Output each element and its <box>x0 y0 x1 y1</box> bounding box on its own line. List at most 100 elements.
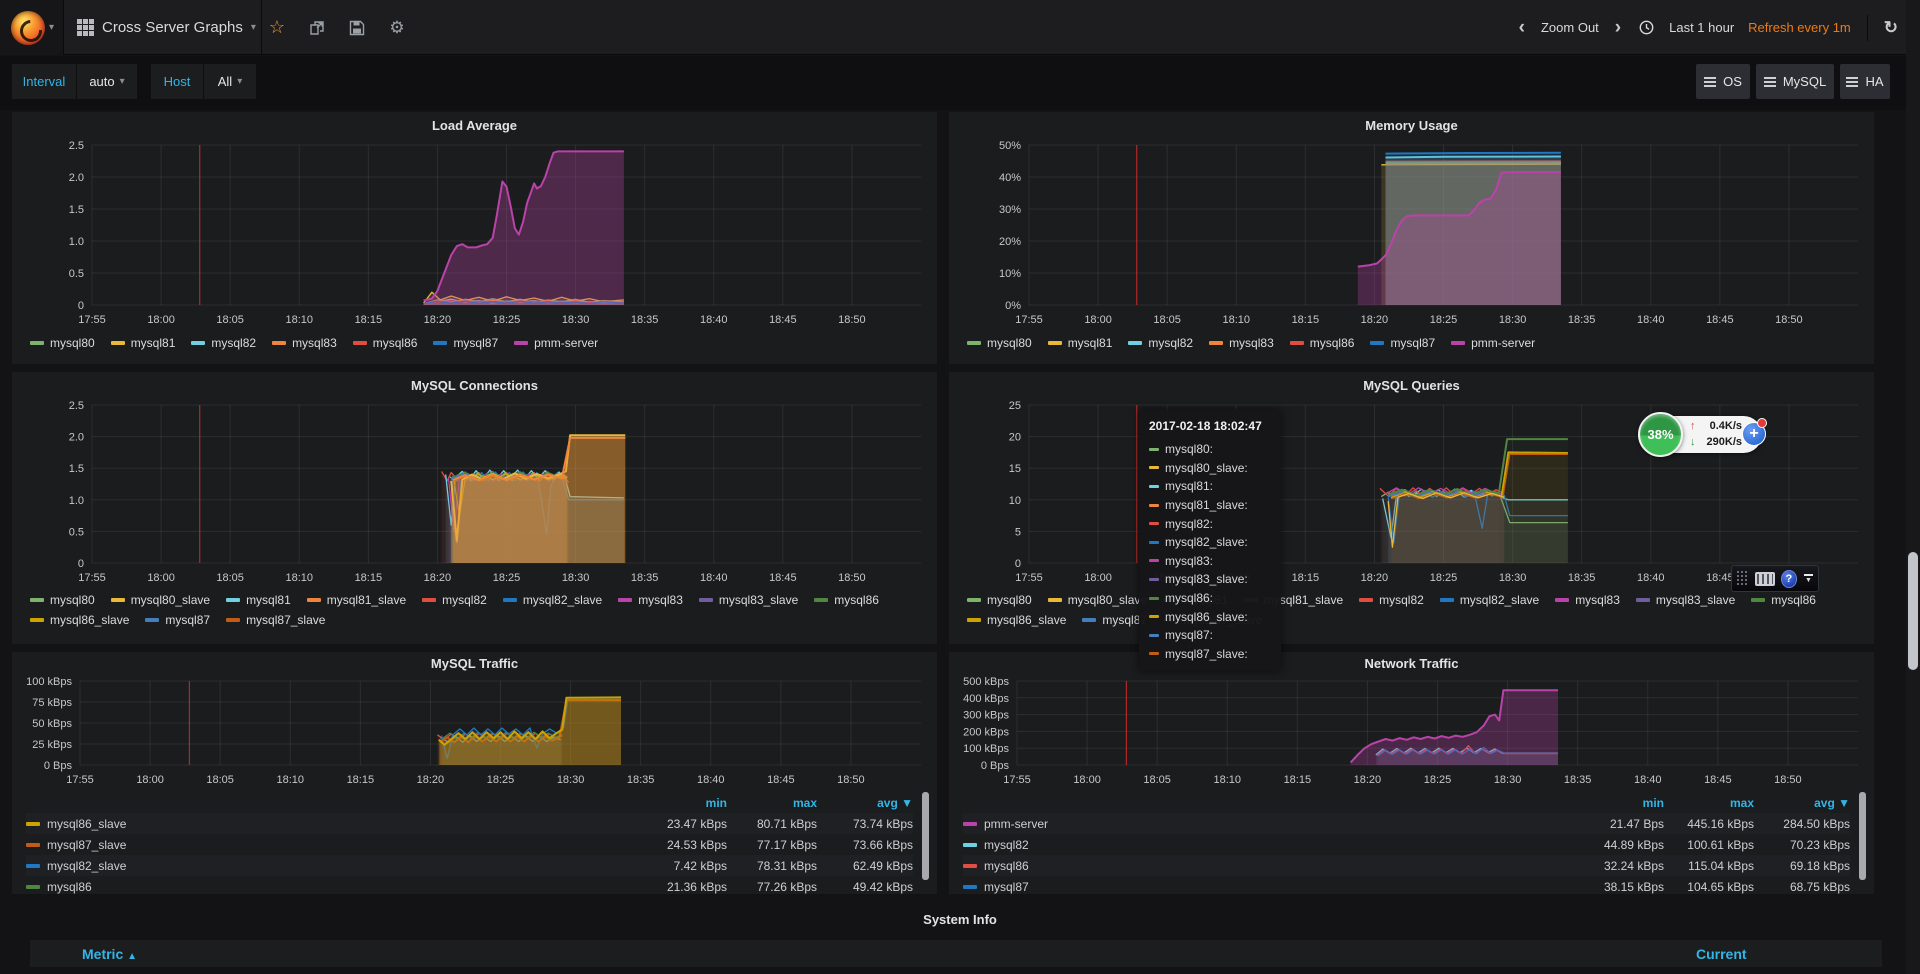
legend-item-mysql80[interactable]: mysql80 <box>30 593 95 607</box>
battery-percent-badge[interactable]: 38% <box>1638 412 1683 457</box>
legend-sort-min[interactable]: min <box>1574 796 1664 810</box>
current-column-header[interactable]: Current <box>1696 946 1747 962</box>
legend-item-pmm-server[interactable]: pmm-server <box>1451 336 1535 350</box>
legend-item-mysql82[interactable]: mysql82 <box>1359 593 1424 607</box>
chart-network-traffic[interactable]: 17:55 18:00 18:05 18:10 18:15 18:20 18:25 18:30… <box>959 676 1864 791</box>
legend-table-row-mysql86_slave[interactable]: mysql86_slave 23.47 kBps 80.71 kBps 73.74 k… <box>26 813 913 834</box>
panel-title[interactable]: MySQL Traffic <box>12 656 937 671</box>
legend-series-name[interactable]: mysql86 <box>26 880 637 894</box>
drag-handle-icon[interactable] <box>1737 570 1749 587</box>
legend-item-mysql81[interactable]: mysql81 <box>110 336 175 350</box>
legend-item-mysql80[interactable]: mysql80 <box>30 336 95 350</box>
legend-series-name[interactable]: pmm-server <box>963 817 1574 831</box>
panel-title[interactable]: MySQL Queries <box>949 378 1874 393</box>
legend-item-mysql86[interactable]: mysql86 <box>352 336 417 350</box>
legend-item-mysql86_slave[interactable]: mysql86_slave <box>30 613 129 627</box>
panel-title[interactable]: Load Average <box>12 118 937 133</box>
legend-series-name[interactable]: mysql87_slave <box>26 838 637 852</box>
refresh-icon[interactable]: ↻ <box>1884 18 1898 38</box>
legend-item-mysql86[interactable]: mysql86 <box>1289 336 1354 350</box>
network-speed-extension-overlay[interactable]: ↑ 0.4K/s ↓ 290K/s + 38% <box>1638 412 1768 458</box>
legend-table: min max avg ▼ mysql86_slave 23.47 kBps 80.71 … <box>26 792 913 894</box>
grafana-logo-menu[interactable]: ▾ <box>0 0 64 55</box>
legend-item-mysql80[interactable]: mysql80 <box>967 336 1032 350</box>
share-icon[interactable] <box>308 19 326 37</box>
mysql-dashboards-button[interactable]: MySQL <box>1756 64 1834 99</box>
panel-title[interactable]: MySQL Connections <box>12 378 937 393</box>
legend-item-mysql86_slave[interactable]: mysql86_slave <box>967 613 1066 627</box>
legend-table-row-mysql82_slave[interactable]: mysql82_slave 7.42 kBps 78.31 kBps 62.49 kB… <box>26 855 913 876</box>
legend-item-mysql81[interactable]: mysql81 <box>1047 336 1112 350</box>
page-scrollbar[interactable] <box>1906 0 1920 974</box>
legend-item-mysql83_slave[interactable]: mysql83_slave <box>1635 593 1735 607</box>
legend-item-pmm-server[interactable]: pmm-server <box>514 336 598 350</box>
legend-item-mysql86[interactable]: mysql86 <box>1751 593 1816 607</box>
legend-series-name[interactable]: mysql87 <box>963 880 1574 894</box>
metric-column-header[interactable]: Metric ▲ <box>82 946 137 962</box>
ha-dashboards-button[interactable]: HA <box>1840 64 1890 99</box>
legend-item-mysql83_slave[interactable]: mysql83_slave <box>698 593 798 607</box>
legend-table-row-mysql82[interactable]: mysql82 44.89 kBps 100.61 kBps 70.23 kBps <box>963 834 1850 855</box>
legend-item-mysql83[interactable]: mysql83 <box>618 593 683 607</box>
chart-load-average[interactable]: 17:55 18:00 18:05 18:10 18:15 18:20 18:25 18:30… <box>22 140 927 331</box>
legend-sort-avg[interactable]: avg ▼ <box>817 796 913 810</box>
legend-sort-avg[interactable]: avg ▼ <box>1754 796 1850 810</box>
legend-item-mysql82_slave[interactable]: mysql82_slave <box>502 593 602 607</box>
legend-item-mysql87[interactable]: mysql87 <box>433 336 498 350</box>
dashboard-title-menu[interactable]: Cross Server Graphs ▾ <box>64 0 262 55</box>
host-select[interactable]: All ▾ <box>204 64 256 99</box>
legend-item-mysql83[interactable]: mysql83 <box>272 336 337 350</box>
legend-sort-min[interactable]: min <box>637 796 727 810</box>
legend-item-mysql87_slave[interactable]: mysql87_slave <box>226 613 325 627</box>
legend-item-mysql82_slave[interactable]: mysql82_slave <box>1439 593 1539 607</box>
legend-item-mysql83[interactable]: mysql83 <box>1555 593 1620 607</box>
os-dashboards-button[interactable]: OS <box>1696 64 1750 99</box>
legend-item-mysql80_slave[interactable]: mysql80_slave <box>110 593 210 607</box>
legend-table-row-mysql87[interactable]: mysql87 38.15 kBps 104.65 kBps 68.75 kBps <box>963 876 1850 894</box>
legend-item-mysql86[interactable]: mysql86 <box>814 593 879 607</box>
time-range-picker[interactable]: Last 1 hour <box>1669 20 1734 35</box>
legend-table-row-mysql86[interactable]: mysql86 21.36 kBps 77.26 kBps 49.42 kBps <box>26 876 913 894</box>
legend-table-row-mysql87_slave[interactable]: mysql87_slave 24.53 kBps 77.17 kBps 73.66 k… <box>26 834 913 855</box>
legend-item-mysql87[interactable]: mysql87 <box>1082 613 1147 627</box>
legend-item-mysql87[interactable]: mysql87 <box>145 613 210 627</box>
legend-series-name[interactable]: mysql82 <box>963 838 1574 852</box>
legend-scrollbar[interactable] <box>1859 792 1866 880</box>
chevron-right-icon[interactable]: › <box>1613 18 1623 37</box>
legend-item-mysql80_slave[interactable]: mysql80_slave <box>1047 593 1147 607</box>
legend-series-name[interactable]: mysql86_slave <box>26 817 637 831</box>
ime-toolbar-overlay[interactable]: ? ▼ <box>1731 565 1819 592</box>
legend-item-mysql87[interactable]: mysql87 <box>1370 336 1435 350</box>
panel-title[interactable]: Network Traffic <box>949 656 1874 671</box>
scrollbar-thumb[interactable] <box>1908 552 1918 670</box>
legend-sort-max[interactable]: max <box>1664 796 1754 810</box>
legend-item-mysql81[interactable]: mysql81 <box>226 593 291 607</box>
refresh-interval-label[interactable]: Refresh every 1m <box>1748 20 1851 35</box>
legend-item-mysql82[interactable]: mysql82 <box>1128 336 1193 350</box>
chevron-left-icon[interactable]: ‹ <box>1517 18 1527 37</box>
gear-icon[interactable]: ⚙ <box>388 18 406 37</box>
legend-table-row-pmm-server[interactable]: pmm-server 21.47 Bps 445.16 kBps 284.50 kBp… <box>963 813 1850 834</box>
star-icon[interactable]: ☆ <box>268 17 286 37</box>
legend-item-mysql81_slave[interactable]: mysql81_slave <box>306 593 406 607</box>
chart-memory-usage[interactable]: 17:55 18:00 18:05 18:10 18:15 18:20 18:25 18:30… <box>959 140 1864 331</box>
legend-sort-max[interactable]: max <box>727 796 817 810</box>
legend-item-mysql82[interactable]: mysql82 <box>422 593 487 607</box>
save-icon[interactable] <box>348 19 366 37</box>
legend-series-name[interactable]: mysql82_slave <box>26 859 637 873</box>
chart-mysql-connections[interactable]: 17:55 18:00 18:05 18:10 18:15 18:20 18:25 18:30… <box>22 400 927 589</box>
help-icon[interactable]: ? <box>1780 569 1797 588</box>
minimize-icon[interactable] <box>1804 573 1813 576</box>
legend-series-name[interactable]: mysql86 <box>963 859 1574 873</box>
chevron-down-icon[interactable]: ▼ <box>1805 577 1812 584</box>
legend-item-mysql83[interactable]: mysql83 <box>1209 336 1274 350</box>
legend-table-row-mysql86[interactable]: mysql86 32.24 kBps 115.04 kBps 69.18 kBps <box>963 855 1850 876</box>
chart-mysql-traffic[interactable]: 17:55 18:00 18:05 18:10 18:15 18:20 18:25 18:30… <box>22 676 927 791</box>
interval-select[interactable]: auto ▾ <box>77 64 137 99</box>
panel-title[interactable]: Memory Usage <box>949 118 1874 133</box>
legend-scrollbar[interactable] <box>922 792 929 880</box>
zoom-out-button[interactable]: Zoom Out <box>1541 20 1599 35</box>
legend-item-mysql82[interactable]: mysql82 <box>191 336 256 350</box>
keyboard-icon[interactable] <box>1755 571 1775 586</box>
legend-item-mysql80[interactable]: mysql80 <box>967 593 1032 607</box>
